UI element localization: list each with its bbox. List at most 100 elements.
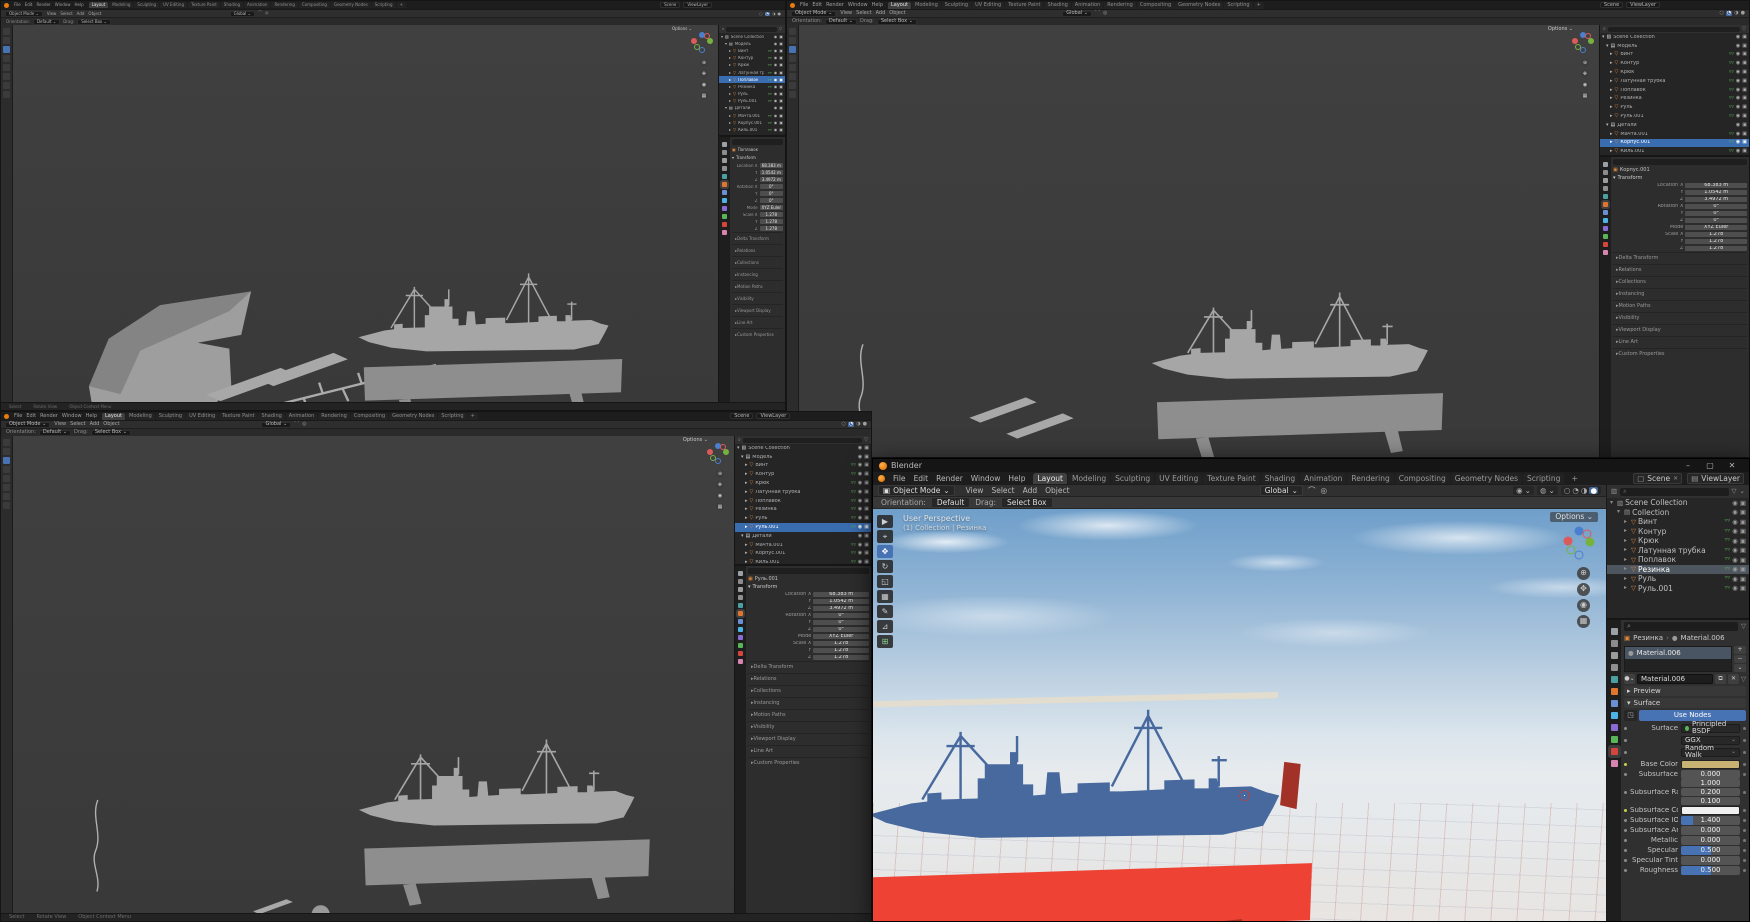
tab-modeling[interactable]: Modeling [1068,473,1110,485]
camera-render-icon[interactable]: ▣ [864,534,869,539]
camera-render-icon[interactable]: ▣ [779,106,783,110]
outliner-item[interactable]: ▸▽Латунная трубка▿▿◉▣ [1607,546,1749,556]
gizmo-axis-handle[interactable] [1588,38,1594,44]
value-field[interactable]: 0° [760,191,783,197]
menu-object[interactable]: Object [88,12,101,16]
filter-icon[interactable]: ▽ [864,438,868,443]
outliner-item[interactable]: ▸▽Руль▿▿◉▣ [719,91,785,98]
tab-uv-editing[interactable]: UV Editing [1155,473,1202,485]
orientation-value-dropdown[interactable]: Default ⌄ [39,430,71,436]
outliner-item[interactable]: ▸▽Крюк▿▿◉▣ [719,62,785,69]
gizmo-axis-handle[interactable] [723,449,729,455]
gizmo-axis-handle[interactable] [1575,44,1581,50]
disclosure-icon[interactable]: ▾ [1610,500,1615,506]
properties-search-input[interactable] [748,568,869,574]
eye-icon[interactable]: ◉ [1736,52,1740,57]
pan-icon[interactable]: ✥ [700,70,708,78]
outliner-item[interactable]: ▸▽Корпус.001▿▿◉▣ [1600,139,1749,148]
camera-render-icon[interactable]: ▣ [864,507,869,512]
tool-button-2[interactable] [3,457,10,464]
properties-tab-output[interactable] [738,587,743,592]
tab-modeling[interactable]: Modeling [912,2,941,9]
properties-tab-constraints[interactable] [1603,226,1608,231]
outliner-item[interactable]: ▸▽Резинка▿▿◉▣ [1600,95,1749,104]
camera-render-icon[interactable]: ▣ [1740,585,1746,592]
camera-render-icon[interactable]: ▣ [1742,35,1747,40]
eye-icon[interactable]: ◉ [1736,79,1740,84]
eye-icon[interactable]: ◉ [774,121,778,125]
tool-button-6[interactable] [789,82,796,89]
panel-delta-transform[interactable]: ▸ Delta Transform [1613,252,1747,264]
move-tool[interactable]: ✥ [877,545,893,558]
camera-render-icon[interactable]: ▣ [1740,528,1746,535]
menu-add[interactable]: Add [90,422,100,427]
panel-instancing[interactable]: ▸ Instancing [1613,288,1747,300]
panel-visibility[interactable]: ▸ Visibility [1613,312,1747,324]
viewport-options-dropdown[interactable]: Options ⌄ [672,27,692,31]
rendered-shading-icon[interactable]: ● [778,12,782,16]
panel-preview[interactable]: ▸Preview [1624,686,1746,696]
camera-view-icon[interactable]: ◉ [1577,599,1590,612]
tab-uv-editing[interactable]: UV Editing [160,2,187,8]
value-field[interactable]: 0.100 [1681,797,1740,805]
outliner-item[interactable]: ▸▽Руль▿▿◉▣ [735,514,871,523]
outliner-item[interactable]: ▸▽Латунная трубка▿▿◉▣ [735,488,871,497]
viewlayer-selector[interactable]: ▤ViewLayer [1687,473,1744,485]
outliner-root[interactable]: ▾▧Scene Collection◉▣ [1607,498,1749,508]
value-field[interactable]: 0° [760,198,783,204]
properties-tab-material[interactable] [722,222,727,227]
menu-window[interactable]: Window [971,475,1001,483]
properties-tab-render[interactable] [1603,170,1608,175]
browse-material-button[interactable]: ●⌄ [1624,674,1635,684]
color-swatch[interactable] [1681,760,1740,769]
eye-icon[interactable]: ◉ [858,472,862,477]
viewport-options-dropdown[interactable]: Options ⌄ [683,438,708,443]
value-field[interactable]: XYZ Euler [1685,225,1747,231]
camera-render-icon[interactable]: ▣ [864,481,869,486]
snap-icon[interactable]: ⌒ [294,422,299,428]
outliner-search-input[interactable] [743,438,862,443]
value-field[interactable]: 3.4972 m [760,177,783,183]
editor-type-icon[interactable]: ▥ [1611,488,1617,495]
properties-search-input[interactable] [732,139,783,145]
camera-render-icon[interactable]: ▣ [1742,123,1747,128]
properties-tab-world[interactable] [738,603,743,608]
menu-view[interactable]: View [54,422,66,427]
decorator-dot[interactable] [1743,773,1746,776]
breadcrumb-object[interactable]: Корпус.001 [1620,168,1650,173]
eye-icon[interactable]: ◉ [1732,547,1738,554]
properties-tab-view-layer[interactable] [1611,664,1618,671]
properties-tab-physics[interactable] [1603,218,1608,223]
menu-select[interactable]: Select [60,12,72,16]
model-ship[interactable] [358,273,608,351]
model-plate[interactable] [1006,413,1073,438]
properties-tab-texture[interactable] [1603,250,1608,255]
menu-help[interactable]: Help [872,3,883,8]
camera-render-icon[interactable]: ▣ [779,35,783,39]
tab-compositing[interactable]: Compositing [1395,473,1450,485]
tool-button-0[interactable] [3,28,10,35]
grid-view-icon[interactable]: ▦ [716,503,724,511]
outliner-root[interactable]: ▾▧Scene Collection◉▣ [735,444,871,453]
camera-render-icon[interactable]: ▣ [864,490,869,495]
eye-icon[interactable]: ◉ [1736,88,1740,93]
gizmo-axis-handle[interactable] [707,38,713,44]
camera-render-icon[interactable]: ▣ [779,63,783,67]
outliner-item[interactable]: ▸▽Крюк▿▿◉▣ [1600,68,1749,77]
camera-render-icon[interactable]: ▣ [1742,70,1747,75]
outliner-item[interactable]: ▸▽Киль.001▿▿◉▣ [719,126,785,133]
visibility-toggles[interactable]: ◉⌄ [1513,486,1534,496]
add-workspace-button[interactable]: + [1254,2,1264,9]
unlink-material-button[interactable]: ✕ [1728,674,1739,684]
panel-collections[interactable]: ▸ Collections [1613,276,1747,288]
breadcrumb-object[interactable]: Поплавок [738,148,758,152]
model-plate[interactable] [253,899,293,913]
properties-tab-object-data[interactable] [722,214,727,219]
camera-render-icon[interactable]: ▣ [779,92,783,96]
outliner-collection[interactable]: ▾▤Детали◉▣ [735,532,871,541]
camera-render-icon[interactable]: ▣ [1742,79,1747,84]
material-slot[interactable]: ● Material.006 [1625,647,1731,659]
outliner-item[interactable]: ▸▽Винт▿▿◉▣ [1607,517,1749,527]
tab-rendering[interactable]: Rendering [318,413,350,420]
menu-edit[interactable]: Edit [812,3,822,8]
